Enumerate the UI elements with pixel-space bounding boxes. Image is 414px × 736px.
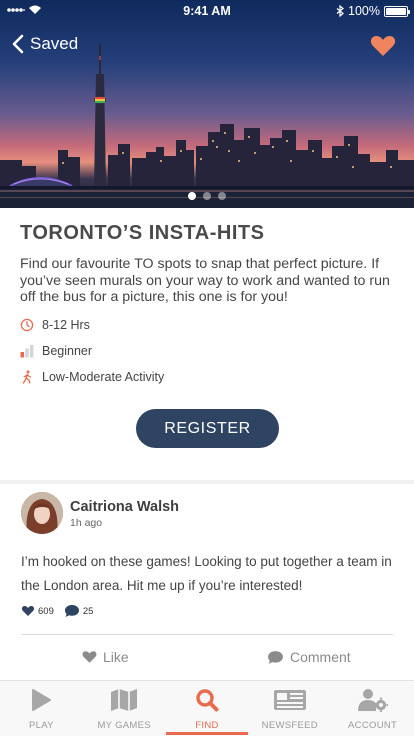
newspaper-icon <box>273 690 306 710</box>
battery-group: 100% <box>336 4 410 18</box>
battery-icon <box>384 5 410 17</box>
bluetooth-icon <box>336 5 344 17</box>
avatar[interactable] <box>21 492 63 534</box>
back-label: Saved <box>30 34 79 53</box>
like-button[interactable]: Like <box>82 649 129 665</box>
tab-label: FIND <box>195 720 219 731</box>
avatar-image <box>21 492 63 534</box>
battery-percent: 100% <box>348 4 380 18</box>
activity-text: Low-Moderate Activity <box>42 370 165 384</box>
like-label: Like <box>103 649 129 665</box>
event-activity: Low-Moderate Activity <box>20 370 164 384</box>
carousel-dot[interactable] <box>203 192 211 200</box>
tab-newsfeed[interactable]: NEWSFEED <box>248 681 331 736</box>
back-button[interactable]: Saved <box>12 30 78 58</box>
clock-icon <box>20 318 34 332</box>
walking-icon <box>22 370 32 384</box>
hero-image: 9:41 AM 100% Saved <box>0 0 414 208</box>
tab-label: NEWSFEED <box>261 720 318 731</box>
post-stats: 609 25 <box>21 604 103 618</box>
post-author[interactable]: Caitriona Walsh <box>70 499 179 515</box>
skill-level-icon <box>20 345 34 358</box>
comment-button[interactable]: Comment <box>267 649 351 665</box>
post-text: I’m hooked on these games! Looking to pu… <box>21 554 392 593</box>
divider <box>21 634 393 635</box>
status-bar: 9:41 AM 100% <box>0 0 414 22</box>
level-text: Beginner <box>42 344 93 358</box>
event-card: TORONTO’S INSTA-HITS Find our favourite … <box>0 208 414 480</box>
heart-icon <box>21 606 35 616</box>
event-level: Beginner <box>20 344 92 358</box>
comment-count: 25 <box>64 604 94 618</box>
tab-label: ACCOUNT <box>348 720 398 731</box>
event-duration: 8-12 Hrs <box>20 318 90 332</box>
comment-count-text: 25 <box>82 605 94 617</box>
map-icon <box>111 689 138 711</box>
event-description: Find our favourite TO spots to snap that… <box>20 256 390 305</box>
like-count-text: 609 <box>38 605 54 617</box>
newsfeed-post: Caitriona Walsh 1h ago I’m hooked on the… <box>0 484 414 680</box>
tab-bar: PLAY MY GAMES FIND NEWSFEED ACCOUNT <box>0 680 414 736</box>
chevron-left-icon <box>12 34 24 54</box>
play-icon <box>32 689 52 711</box>
heart-icon[interactable] <box>370 34 396 58</box>
tab-account[interactable]: ACCOUNT <box>331 681 414 736</box>
tab-my-games[interactable]: MY GAMES <box>83 681 166 736</box>
duration-text: 8-12 Hrs <box>42 318 90 332</box>
tab-play[interactable]: PLAY <box>0 681 83 736</box>
comment-bubble-icon <box>268 650 283 664</box>
heart-icon <box>82 651 97 663</box>
like-count: 609 <box>21 605 54 617</box>
carousel-dot[interactable] <box>218 192 226 200</box>
comment-bubble-icon <box>64 605 79 617</box>
event-title: TORONTO’S INSTA-HITS <box>20 222 265 244</box>
tab-label: PLAY <box>29 720 54 731</box>
tab-find[interactable]: FIND <box>165 681 249 736</box>
search-icon <box>196 689 219 712</box>
post-time: 1h ago <box>70 517 103 529</box>
account-settings-icon <box>357 689 388 712</box>
carousel-indicator[interactable] <box>0 192 414 200</box>
carousel-dot[interactable] <box>188 192 196 200</box>
comment-label: Comment <box>290 649 351 665</box>
tab-label: MY GAMES <box>97 720 151 731</box>
register-button[interactable]: REGISTER <box>136 409 279 448</box>
